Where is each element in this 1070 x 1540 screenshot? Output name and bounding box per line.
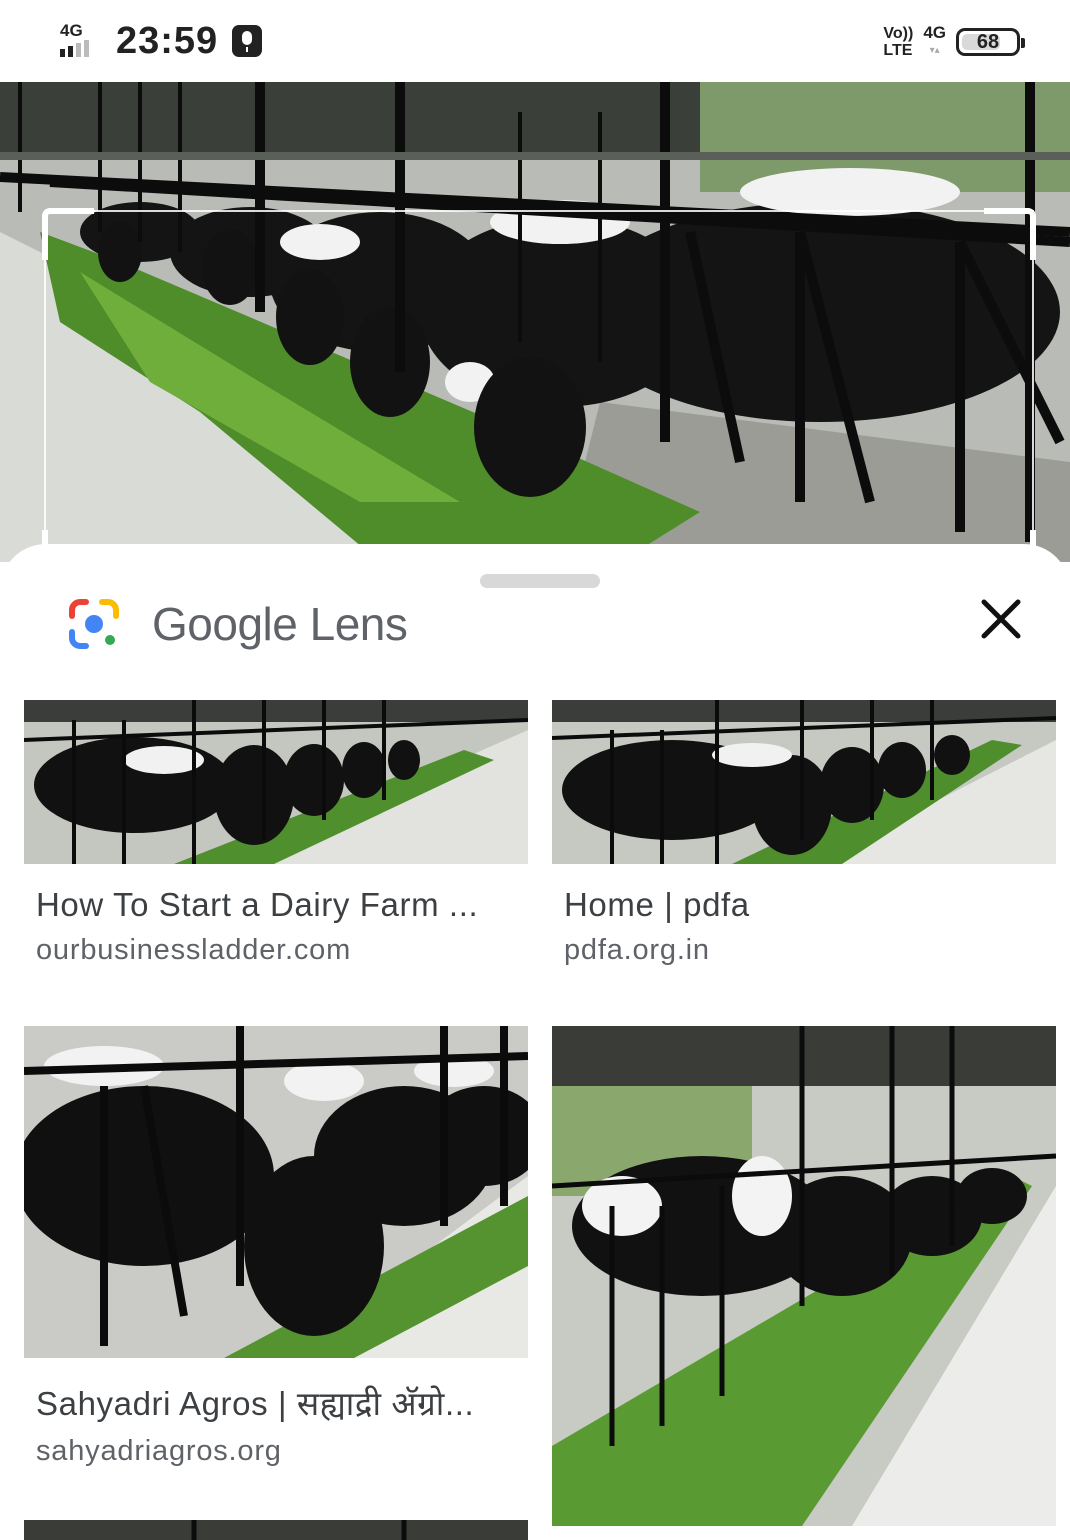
result-domain: sahyadriagros.org (36, 1435, 282, 1467)
source-photo[interactable] (0, 82, 1070, 562)
result-thumbnail[interactable] (24, 1520, 528, 1540)
battery-icon: 68 (956, 28, 1025, 56)
status-right: Vo)) LTE 4G ▾▴ 68 (883, 20, 1025, 64)
result-title[interactable]: How To Start a Dairy Farm ... (36, 886, 516, 924)
status-time: 23:59 (116, 19, 219, 62)
result-thumbnail[interactable] (552, 1026, 1056, 1526)
signal-icon: 4G (58, 21, 106, 61)
result-domain: pdfa.org.in (564, 934, 710, 966)
result-card[interactable] (24, 1520, 528, 1540)
result-thumbnail[interactable] (552, 700, 1056, 864)
google-lens-icon (69, 599, 119, 649)
result-title[interactable]: Home | pdfa (564, 886, 1044, 924)
result-card[interactable]: Home | pdfa pdfa.org.in (552, 700, 1056, 967)
microphone-icon (232, 25, 263, 57)
result-thumbnail[interactable] (24, 700, 528, 864)
result-title[interactable]: Sahyadri Agros | सह्याद्री अ‍ॅग्रो... (36, 1380, 516, 1425)
status-left: 4G 23:59 (58, 18, 263, 64)
result-domain: ourbusinessladder.com (36, 934, 352, 966)
lens-title: Google Lens (152, 598, 408, 650)
results-sheet: Google Lens How To Start a Dairy Farm ..… (0, 544, 1070, 1540)
battery-level: 68 (976, 30, 1000, 53)
selection-frame[interactable] (42, 208, 1036, 562)
crop-handle-top-left[interactable] (42, 208, 94, 260)
sheet-drag-handle[interactable] (480, 574, 600, 588)
result-card[interactable] (552, 1026, 1056, 1526)
crop-handle-top-right[interactable] (984, 208, 1036, 260)
result-card[interactable]: Sahyadri Agros | सह्याद्री अ‍ॅग्रो... sa… (24, 1026, 528, 1468)
result-thumbnail[interactable] (24, 1026, 528, 1358)
lens-header: Google Lens (66, 596, 408, 652)
volte-indicator: Vo)) LTE (883, 25, 914, 59)
close-icon[interactable] (978, 596, 1024, 642)
status-bar: 4G 23:59 Vo)) LTE 4G ▾▴ 68 (0, 0, 1070, 82)
network-type-label: 4G (60, 21, 83, 40)
network-4g-indicator: 4G ▾▴ (923, 23, 946, 57)
result-card[interactable]: How To Start a Dairy Farm ... ourbusines… (24, 700, 528, 967)
